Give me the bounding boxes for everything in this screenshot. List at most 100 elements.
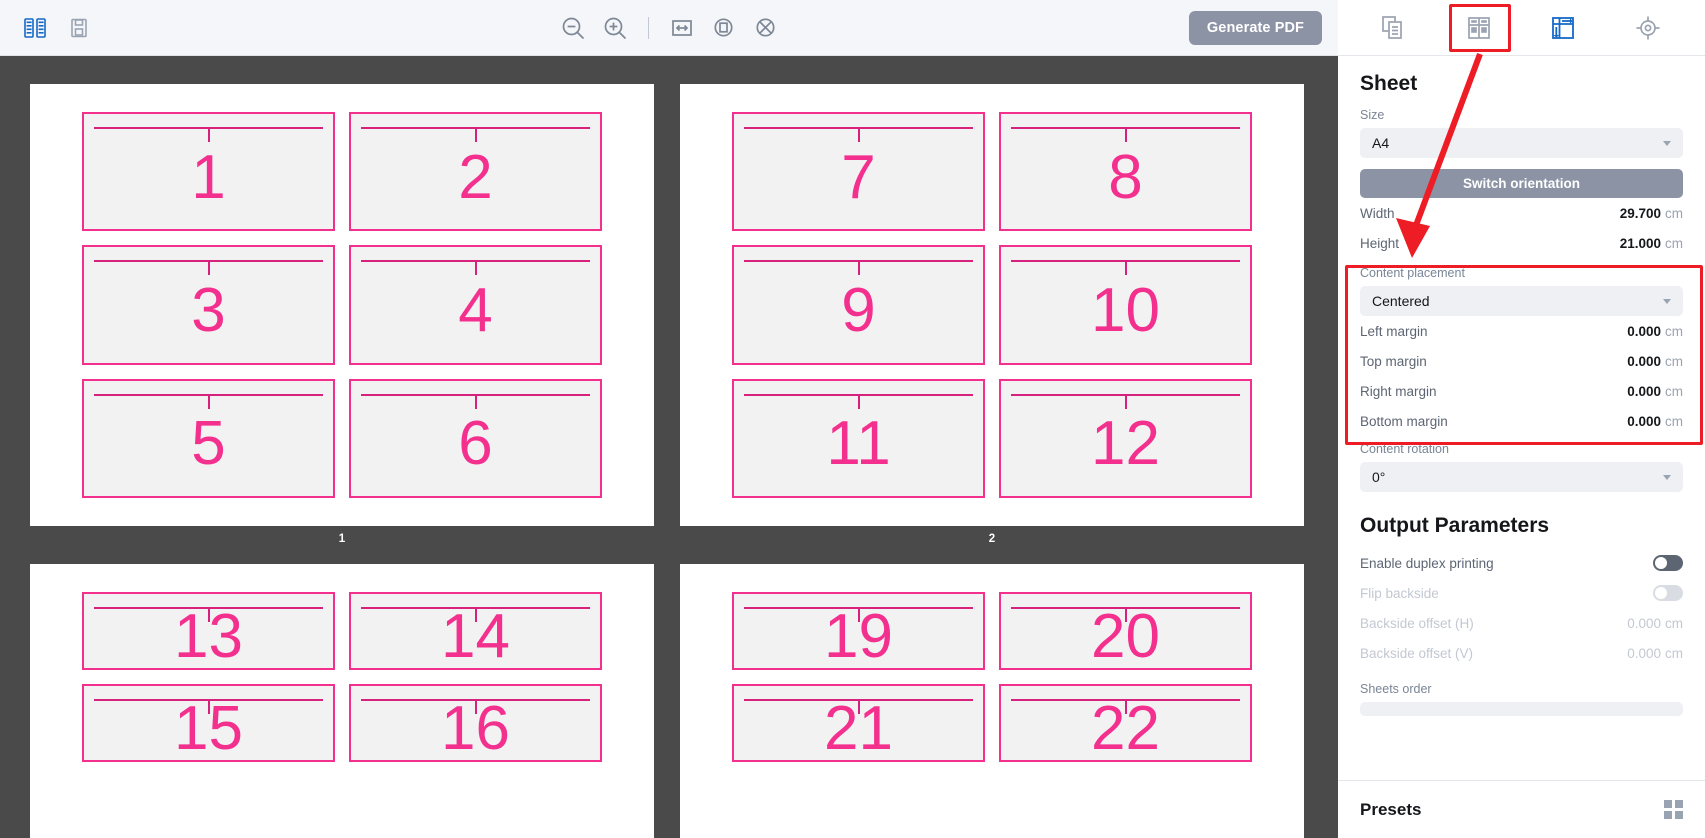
presets-label: Presets	[1360, 799, 1422, 819]
tab-layout[interactable]	[1458, 8, 1500, 48]
card-number: 2	[458, 142, 493, 212]
top-margin-row: Top margin 0.000 cm	[1360, 346, 1683, 376]
card-item[interactable]: 5	[82, 378, 335, 498]
tab-documents[interactable]	[1373, 8, 1415, 48]
backside-offset-v-row: Backside offset (V) 0.000 cm	[1360, 638, 1683, 668]
height-value[interactable]: 21.000	[1620, 236, 1661, 251]
card-item[interactable]: 16	[349, 684, 602, 762]
duplex-toggle[interactable]	[1653, 555, 1683, 571]
content-rotation-value: 0°	[1372, 469, 1386, 485]
card-item[interactable]: 12	[999, 378, 1252, 498]
card-item[interactable]: 19	[732, 592, 985, 670]
card-tick	[1124, 393, 1127, 409]
card-tick	[207, 607, 210, 622]
toolbar-divider	[647, 16, 649, 39]
tab-sheet[interactable]	[1543, 8, 1585, 48]
content-placement-select[interactable]: Centered	[1360, 286, 1683, 316]
zoom-out-icon[interactable]	[556, 11, 590, 45]
card-number: 4	[458, 275, 493, 345]
card-number: 6	[458, 409, 493, 479]
panel-content: Sheet Size A4 Switch orientation Width 2…	[1338, 56, 1705, 780]
size-select[interactable]: A4	[1360, 128, 1683, 158]
card-tick	[207, 127, 210, 142]
content-placement-label: Content placement	[1360, 266, 1465, 280]
flip-backside-toggle[interactable]	[1653, 585, 1683, 601]
card-tick	[857, 260, 860, 276]
right-margin-label: Right margin	[1360, 383, 1437, 399]
panel-tab-bar	[1338, 0, 1705, 56]
content-rotation-label: Content rotation	[1360, 442, 1449, 456]
left-margin-value[interactable]: 0.000	[1627, 324, 1661, 339]
preview-canvas[interactable]: 1 2 3 4 5 6 1 7 8 9 10 11 12 2 13 14 15 …	[0, 56, 1338, 838]
sheet-section-title: Sheet	[1360, 72, 1418, 95]
card-item[interactable]: 9	[732, 245, 985, 365]
card-tick	[857, 699, 860, 714]
main-column: Generate PDF 1 2 3 4 5 6 1 7 8 9 10 11 1…	[0, 0, 1338, 838]
top-margin-unit: cm	[1665, 353, 1683, 369]
sheet-wrapper: 7 8 9 10 11 12 2	[680, 84, 1304, 545]
card-item[interactable]: 11	[732, 378, 985, 498]
card-item[interactable]: 14	[349, 592, 602, 670]
card-item[interactable]: 6	[349, 378, 602, 498]
sheets-order-select[interactable]	[1360, 702, 1683, 716]
bottom-margin-unit: cm	[1665, 413, 1683, 429]
sheet-page[interactable]: 1 2 3 4 5 6	[30, 84, 654, 526]
card-tick	[207, 699, 210, 714]
card-item[interactable]: 7	[732, 112, 985, 232]
top-toolbar: Generate PDF	[0, 0, 1338, 56]
sheet-row-top: 1 2 3 4 5 6 1 7 8 9 10 11 12 2	[0, 84, 1338, 545]
sheet-wrapper: 13 14 15 16	[30, 564, 654, 838]
card-number: 12	[1091, 409, 1160, 479]
right-margin-value[interactable]: 0.000	[1627, 384, 1661, 399]
sheet-page[interactable]: 13 14 15 16	[30, 564, 654, 838]
card-tick	[857, 607, 860, 622]
card-item[interactable]: 15	[82, 684, 335, 762]
sheet-row-bottom: 13 14 15 16 19 20 21 22	[0, 564, 1338, 838]
card-tick	[474, 127, 477, 142]
fit-page-icon[interactable]	[707, 11, 741, 45]
sheet-page[interactable]: 19 20 21 22	[680, 564, 1304, 838]
card-item[interactable]: 2	[349, 112, 602, 232]
card-number: 7	[841, 142, 876, 212]
fit-width-icon[interactable]	[665, 11, 699, 45]
card-tick	[207, 260, 210, 276]
switch-orientation-button[interactable]: Switch orientation	[1360, 169, 1683, 198]
left-margin-unit: cm	[1665, 323, 1683, 339]
width-unit: cm	[1665, 205, 1683, 221]
card-item[interactable]: 22	[999, 684, 1252, 762]
card-item[interactable]: 13	[82, 592, 335, 670]
card-item[interactable]: 20	[999, 592, 1252, 670]
actual-size-icon[interactable]	[749, 11, 783, 45]
width-value[interactable]: 29.700	[1620, 206, 1661, 221]
right-panel: Sheet Size A4 Switch orientation Width 2…	[1338, 0, 1705, 838]
sheet-page[interactable]: 7 8 9 10 11 12	[680, 84, 1304, 526]
card-tick	[474, 393, 477, 409]
tab-marks[interactable]	[1628, 8, 1670, 48]
card-item[interactable]: 10	[999, 245, 1252, 365]
size-value: A4	[1372, 135, 1390, 151]
top-margin-value[interactable]: 0.000	[1627, 354, 1661, 369]
backside-offset-v-value[interactable]: 0.000	[1627, 646, 1661, 661]
backside-offset-h-value[interactable]: 0.000	[1627, 616, 1661, 631]
card-number: 11	[826, 409, 891, 479]
bottom-margin-value[interactable]: 0.000	[1627, 414, 1661, 429]
grid-icon[interactable]	[1664, 800, 1683, 819]
card-item[interactable]: 3	[82, 245, 335, 365]
card-number: 5	[191, 409, 226, 479]
content-rotation-select[interactable]: 0°	[1360, 462, 1683, 492]
card-item[interactable]: 8	[999, 112, 1252, 232]
card-item[interactable]: 4	[349, 245, 602, 365]
card-tick	[1124, 699, 1127, 714]
bottom-margin-row: Bottom margin 0.000 cm	[1360, 406, 1683, 436]
card-item[interactable]: 21	[732, 684, 985, 762]
toolbar-zoom-group	[0, 11, 1338, 45]
card-tick	[474, 607, 477, 622]
output-section-title: Output Parameters	[1360, 514, 1550, 537]
card-number: 10	[1091, 275, 1160, 345]
card-item[interactable]: 1	[82, 112, 335, 232]
zoom-in-icon[interactable]	[598, 11, 632, 45]
content-placement-value: Centered	[1372, 293, 1430, 309]
sheet-wrapper: 1 2 3 4 5 6 1	[30, 84, 654, 545]
card-tick	[1124, 260, 1127, 276]
top-margin-label: Top margin	[1360, 353, 1427, 369]
